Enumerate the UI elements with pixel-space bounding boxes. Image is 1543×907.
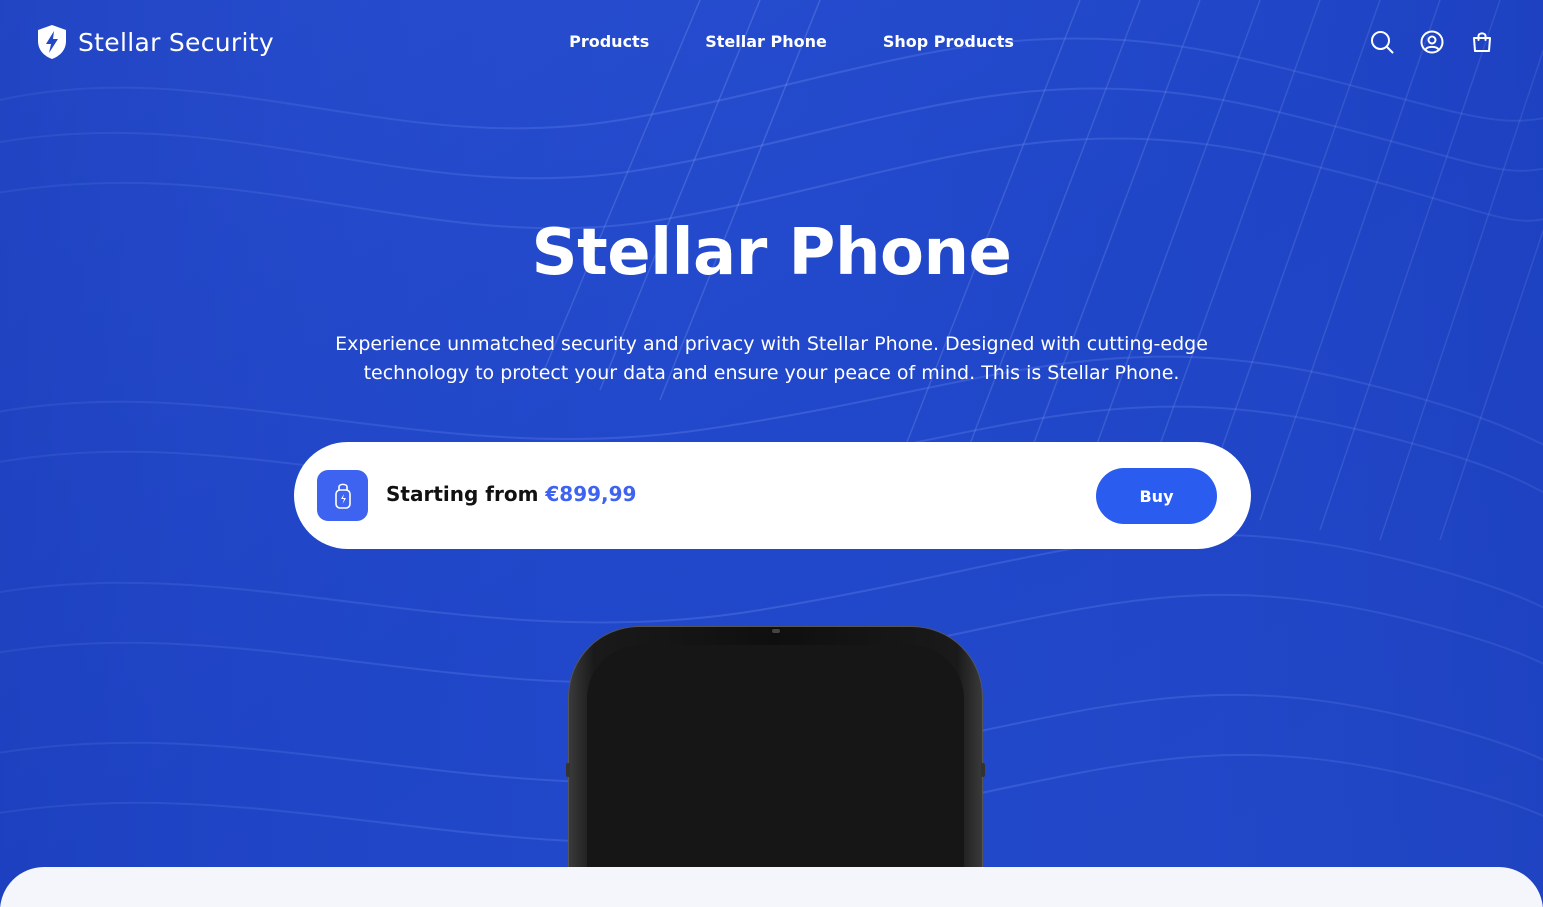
buy-button[interactable]: Buy xyxy=(1096,468,1217,524)
nav-item-stellar-phone[interactable]: Stellar Phone xyxy=(705,32,827,51)
nav-item-shop-products[interactable]: Shop Products xyxy=(883,32,1014,51)
account-icon xyxy=(1420,30,1444,54)
phone-image xyxy=(566,627,985,907)
price-prefix: Starting from xyxy=(386,482,539,506)
phone-side-button-right xyxy=(981,763,985,777)
search-icon xyxy=(1371,31,1394,54)
brand-logo[interactable]: Stellar Security xyxy=(36,24,274,60)
price-bar: Starting from €899,99 Buy xyxy=(294,442,1251,549)
price-amount: €899,99 xyxy=(545,482,637,506)
header-actions xyxy=(1369,29,1495,55)
content-panel xyxy=(0,867,1543,907)
account-button[interactable] xyxy=(1419,29,1445,55)
price-label: Starting from €899,99 xyxy=(386,482,636,506)
hero-title: Stellar Phone xyxy=(531,216,1012,290)
search-button[interactable] xyxy=(1369,29,1395,55)
price-icon-box xyxy=(317,470,368,521)
brand-name: Stellar Security xyxy=(78,27,274,57)
secure-phone-icon xyxy=(334,483,351,509)
shield-bolt-icon xyxy=(38,25,66,59)
phone-speaker xyxy=(772,629,780,633)
site-header: Stellar Security Products Stellar Phone … xyxy=(0,0,1543,84)
phone-side-button-left xyxy=(566,763,570,777)
hero-description: Experience unmatched security and privac… xyxy=(335,333,1208,384)
nav-item-products[interactable]: Products xyxy=(569,32,649,51)
cart-icon xyxy=(1473,32,1491,52)
cart-button[interactable] xyxy=(1469,29,1495,55)
page: Stellar Security Products Stellar Phone … xyxy=(0,0,1543,907)
